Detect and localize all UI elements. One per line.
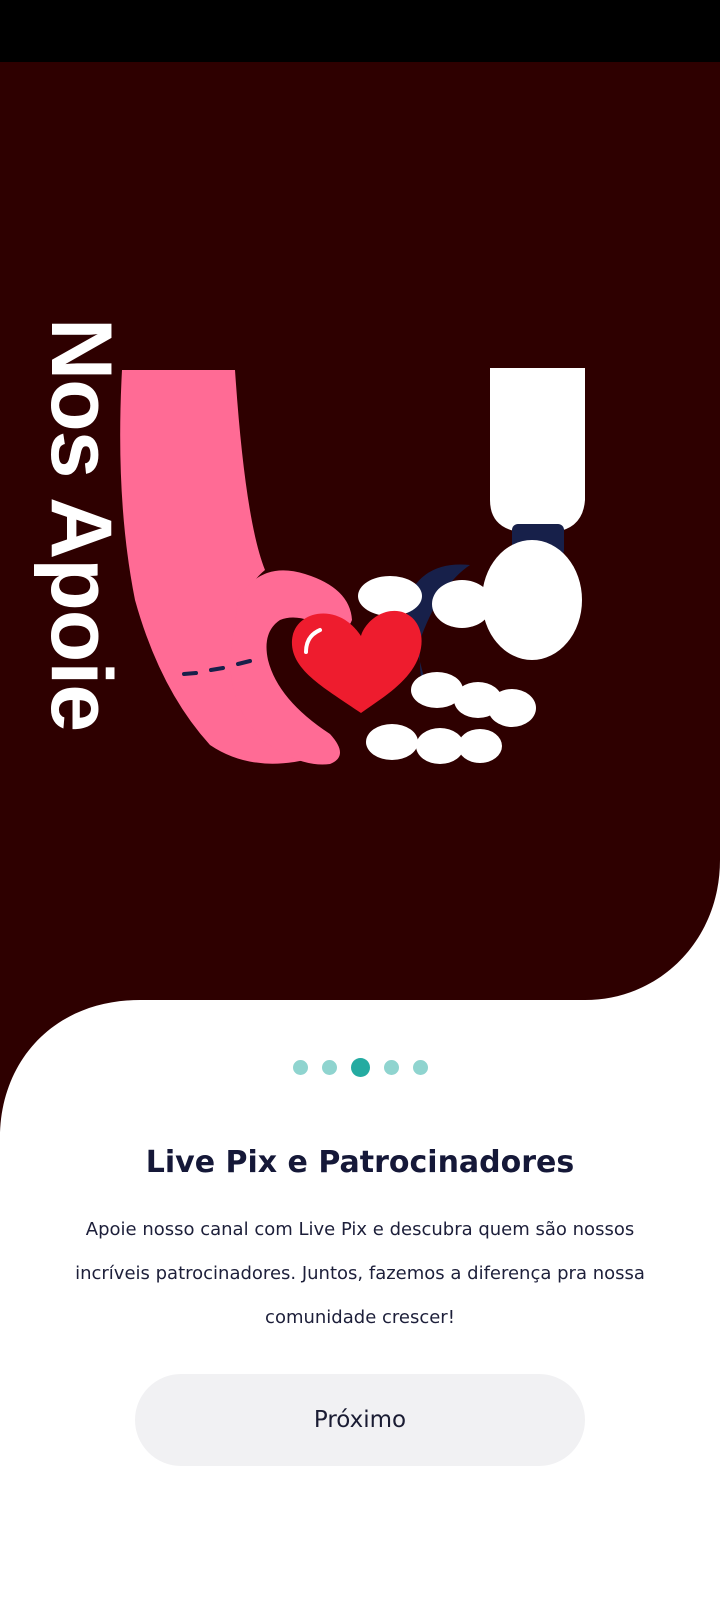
page-indicator [0, 1058, 720, 1077]
status-bar [0, 0, 720, 62]
page-dot-2[interactable] [321, 1060, 337, 1075]
hands-heart-icon [120, 368, 585, 765]
page-dot-4[interactable] [383, 1060, 399, 1075]
page-dot-1[interactable] [292, 1060, 308, 1075]
next-button[interactable]: Próximo [135, 1374, 585, 1466]
page-dot-3-active[interactable] [350, 1058, 370, 1077]
slide-description: Apoie nosso canal com Live Pix e descubr… [75, 1219, 645, 1328]
page-dot-5[interactable] [412, 1060, 428, 1075]
slide-title: Live Pix e Patrocinadores [145, 1145, 575, 1180]
